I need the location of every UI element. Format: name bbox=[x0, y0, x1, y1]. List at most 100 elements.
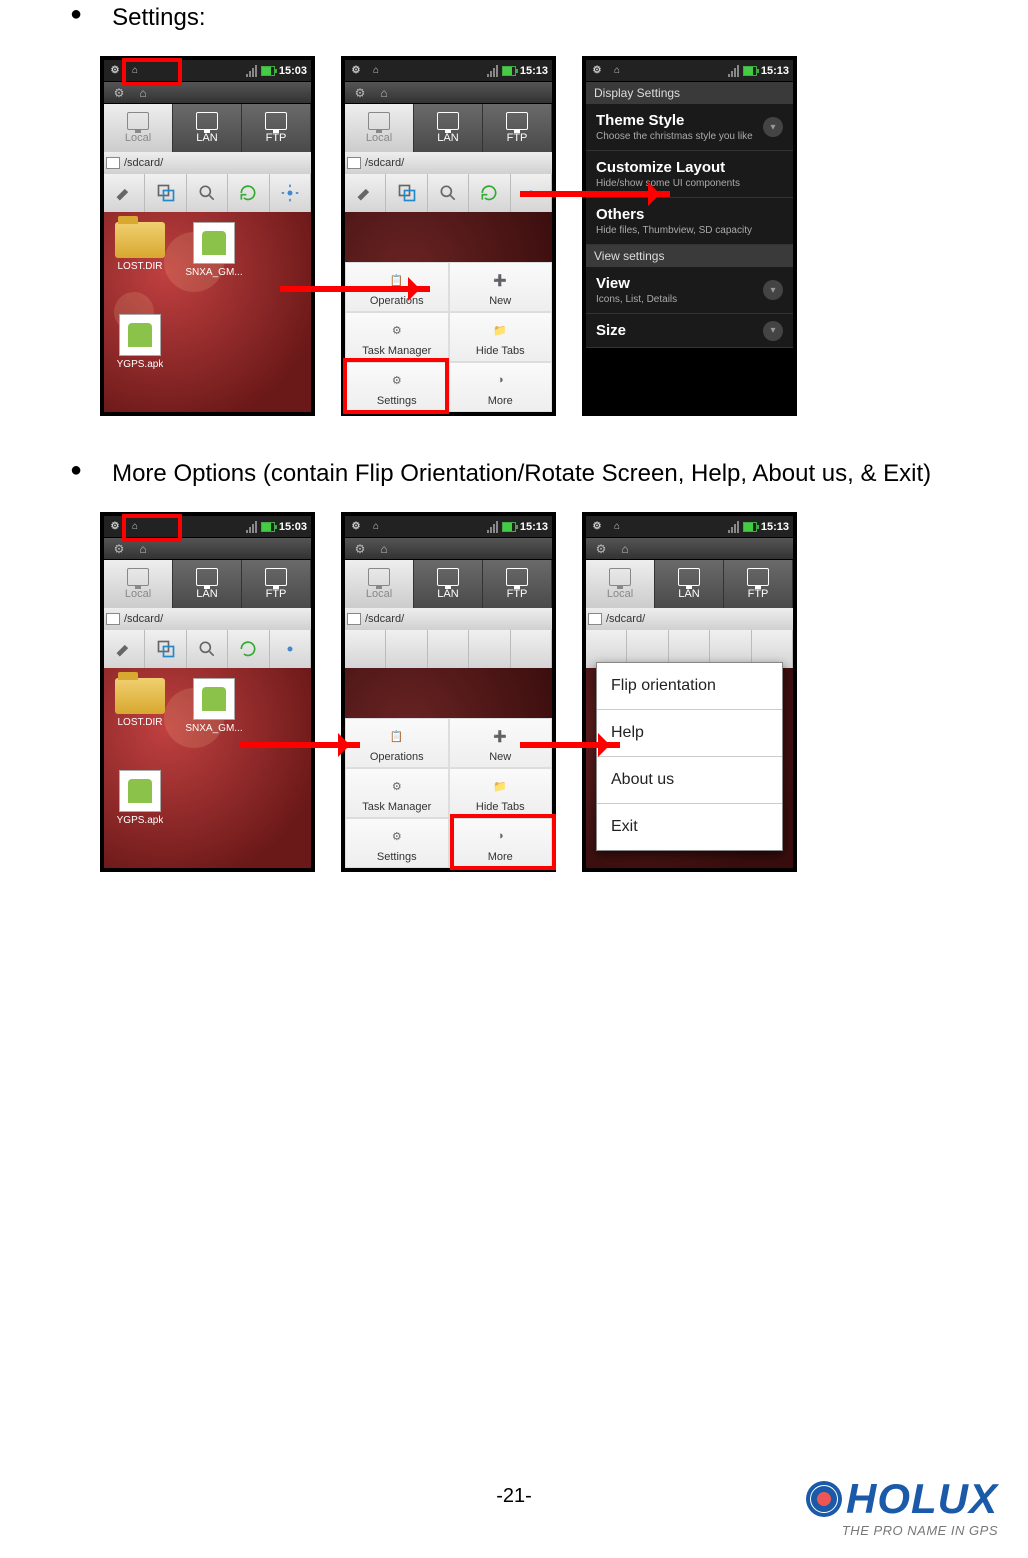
document-page: ● Settings: ⚙ ⌂ 15:03 ⚙ ⌂ Lo bbox=[0, 0, 1028, 1558]
home-icon[interactable]: ⌂ bbox=[134, 84, 152, 102]
config-button[interactable] bbox=[511, 630, 552, 668]
tab-lan[interactable]: LAN bbox=[655, 560, 724, 608]
chevron-down-icon: ▾ bbox=[763, 321, 783, 341]
tab-lan[interactable]: LAN bbox=[414, 104, 483, 152]
folder-lostdir[interactable]: LOST.DIR bbox=[112, 222, 168, 278]
bullet-dot: ● bbox=[70, 456, 82, 484]
path-bar[interactable]: /sdcard/ bbox=[345, 152, 552, 174]
toolbar bbox=[345, 630, 552, 668]
favorite-icon[interactable]: ⚙ bbox=[351, 540, 369, 558]
brand-name: HOLUX bbox=[806, 1475, 998, 1523]
tab-ftp[interactable]: FTP bbox=[242, 560, 311, 608]
edit-button[interactable] bbox=[104, 630, 145, 668]
menu-hidetabs[interactable]: 📁Hide Tabs bbox=[449, 312, 553, 362]
search-button[interactable] bbox=[187, 174, 228, 212]
refresh-button[interactable] bbox=[469, 630, 510, 668]
refresh-button[interactable] bbox=[228, 174, 269, 212]
path-bar[interactable]: /sdcard/ bbox=[104, 152, 311, 174]
tab-lan-label: LAN bbox=[196, 132, 217, 144]
multi-button[interactable] bbox=[386, 174, 427, 212]
folder-snxa[interactable]: SNXA_GM... bbox=[186, 678, 242, 734]
more-exit[interactable]: Exit bbox=[597, 804, 782, 850]
tab-local[interactable]: Local bbox=[104, 104, 173, 152]
multi-button[interactable] bbox=[145, 174, 186, 212]
search-button[interactable] bbox=[428, 630, 469, 668]
tab-ftp[interactable]: FTP bbox=[724, 560, 793, 608]
tab-ftp[interactable]: FTP bbox=[483, 104, 552, 152]
menu-taskmanager[interactable]: ⚙Task Manager bbox=[345, 768, 449, 818]
more-help[interactable]: Help bbox=[597, 710, 782, 757]
tab-local-label: Local bbox=[366, 132, 392, 144]
path-bar[interactable]: /sdcard/ bbox=[586, 608, 793, 630]
home-icon[interactable]: ⌂ bbox=[375, 540, 393, 558]
folder-lostdir[interactable]: LOST.DIR bbox=[112, 678, 168, 734]
tab-local[interactable]: Local bbox=[586, 560, 655, 608]
tab-ftp[interactable]: FTP bbox=[483, 560, 552, 608]
more-about-us[interactable]: About us bbox=[597, 757, 782, 804]
menu-more[interactable]: ◑More bbox=[449, 818, 553, 868]
file-ygps[interactable]: YGPS.apk bbox=[112, 770, 168, 826]
setting-view[interactable]: View Icons, List, Details ▾ bbox=[586, 267, 793, 314]
screenshot-menu-more: ⚙⌂ 15:13 ⚙⌂ Local LAN FTP /sdcard/ 📋Oper… bbox=[341, 512, 556, 872]
path-text: /sdcard/ bbox=[124, 157, 163, 169]
tab-lan[interactable]: LAN bbox=[414, 560, 483, 608]
menu-more[interactable]: ◑More bbox=[449, 362, 553, 412]
more-flip-orientation[interactable]: Flip orientation bbox=[597, 663, 782, 710]
multi-button[interactable] bbox=[145, 630, 186, 668]
edit-button[interactable] bbox=[104, 174, 145, 212]
favorite-icon[interactable]: ⚙ bbox=[351, 84, 369, 102]
signal-icon bbox=[728, 65, 739, 77]
menu-taskmanager[interactable]: ⚙Task Manager bbox=[345, 312, 449, 362]
favorite-icon[interactable]: ⚙ bbox=[110, 84, 128, 102]
settings-status-icon: ⚙ bbox=[108, 64, 122, 78]
multi-button[interactable] bbox=[386, 630, 427, 668]
menu-settings[interactable]: ⚙Settings bbox=[345, 818, 449, 868]
setting-theme[interactable]: Theme Style Choose the christmas style y… bbox=[586, 104, 793, 151]
tab-ftp[interactable]: FTP bbox=[242, 104, 311, 152]
setting-subtitle: Choose the christmas style you like bbox=[596, 131, 783, 142]
setting-subtitle: Icons, List, Details bbox=[596, 294, 783, 305]
setting-title: Theme Style bbox=[596, 112, 783, 129]
app-top-bar: ⚙⌂ bbox=[345, 82, 552, 104]
tab-row: Local LAN FTP bbox=[104, 560, 311, 608]
favorite-icon[interactable]: ⚙ bbox=[592, 540, 610, 558]
app-top-bar: ⚙⌂ bbox=[345, 538, 552, 560]
home-icon[interactable]: ⌂ bbox=[134, 540, 152, 558]
battery-icon bbox=[261, 66, 275, 76]
menu-new[interactable]: ➕New bbox=[449, 262, 553, 312]
tab-local[interactable]: Local bbox=[345, 104, 414, 152]
edit-button[interactable] bbox=[345, 174, 386, 212]
setting-others[interactable]: Others Hide files, Thumbview, SD capacit… bbox=[586, 198, 793, 245]
tab-local[interactable]: Local bbox=[345, 560, 414, 608]
search-button[interactable] bbox=[428, 174, 469, 212]
config-button[interactable] bbox=[270, 174, 311, 212]
file-ygps[interactable]: YGPS.apk bbox=[112, 314, 168, 370]
path-bar[interactable]: /sdcard/ bbox=[345, 608, 552, 630]
tab-lan[interactable]: LAN bbox=[173, 560, 242, 608]
refresh-button[interactable] bbox=[228, 630, 269, 668]
app-top-bar: ⚙⌂ bbox=[104, 538, 311, 560]
sdcard-icon bbox=[106, 157, 120, 169]
config-button[interactable] bbox=[270, 630, 311, 668]
folder-snxa[interactable]: SNXA_GM... bbox=[186, 222, 242, 278]
settings-list[interactable]: Display Settings Theme Style Choose the … bbox=[586, 82, 793, 412]
home-icon[interactable]: ⌂ bbox=[375, 84, 393, 102]
edit-button[interactable] bbox=[345, 630, 386, 668]
refresh-button[interactable] bbox=[469, 174, 510, 212]
lan-icon bbox=[196, 112, 218, 130]
home-icon[interactable]: ⌂ bbox=[616, 540, 634, 558]
favorite-icon[interactable]: ⚙ bbox=[110, 540, 128, 558]
options-menu: 📋Operations ➕New ⚙Task Manager 📁Hide Tab… bbox=[345, 262, 552, 412]
setting-size[interactable]: Size ▾ bbox=[586, 314, 793, 348]
search-button[interactable] bbox=[187, 630, 228, 668]
menu-hidetabs[interactable]: 📁Hide Tabs bbox=[449, 768, 553, 818]
file-content-area[interactable]: LOST.DIR SNXA_GM... YGPS.apk bbox=[104, 212, 311, 412]
file-content-area[interactable]: LOST.DIR SNXA_GM... YGPS.apk bbox=[104, 668, 311, 868]
menu-settings[interactable]: ⚙Settings bbox=[345, 362, 449, 412]
figure-row-more: ⚙⌂ 15:03 ⚙⌂ Local LAN FTP /sdcard/ LOST.… bbox=[100, 512, 1018, 872]
path-bar[interactable]: /sdcard/ bbox=[104, 608, 311, 630]
tab-local[interactable]: Local bbox=[104, 560, 173, 608]
signal-icon bbox=[246, 65, 257, 77]
tab-lan[interactable]: LAN bbox=[173, 104, 242, 152]
heading-more-options: More Options (contain Flip Orientation/R… bbox=[112, 456, 931, 492]
